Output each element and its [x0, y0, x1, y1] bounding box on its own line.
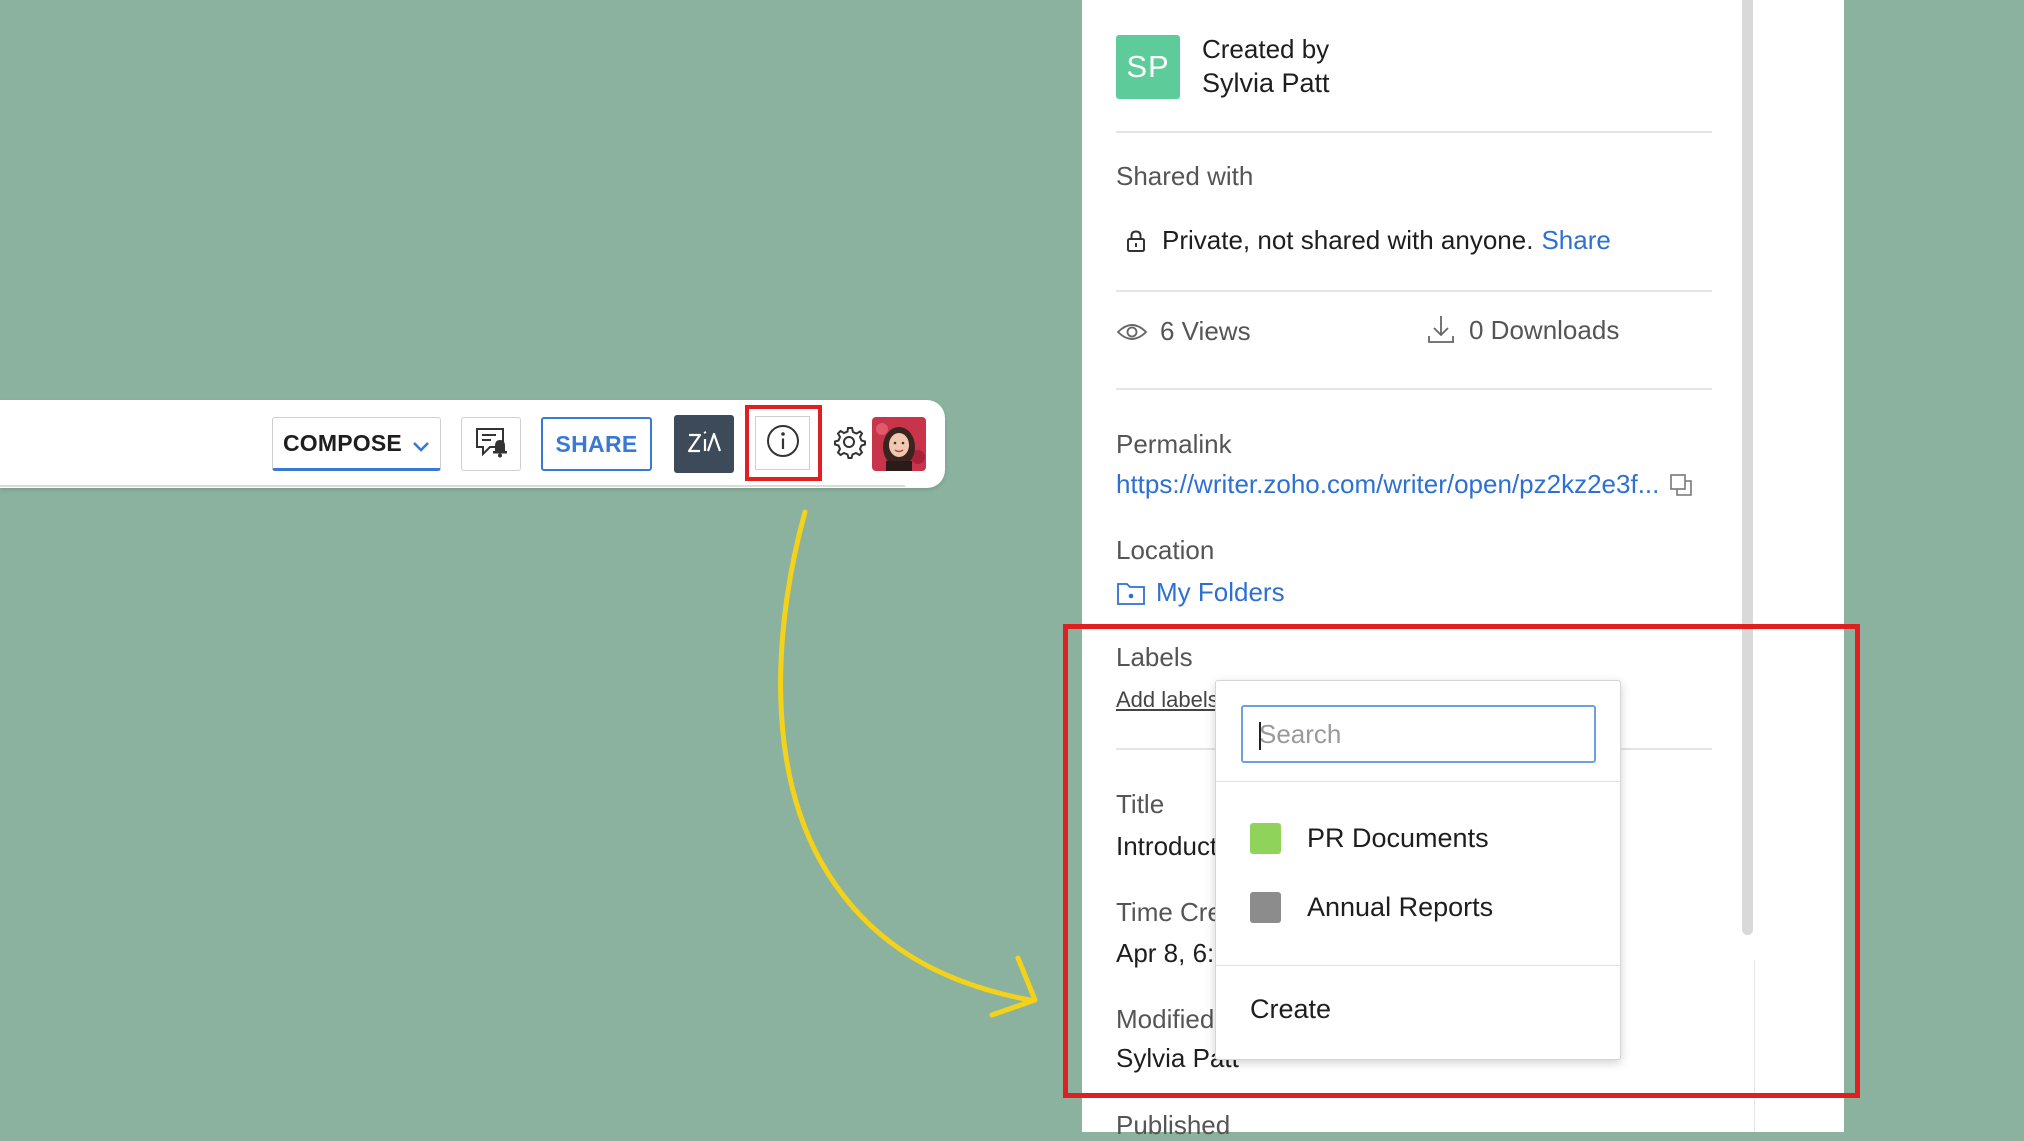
label-option-annual-reports[interactable]: Annual Reports [1250, 892, 1493, 923]
downloads-stat: 0 Downloads [1427, 314, 1619, 346]
divider [1116, 290, 1712, 292]
dropdown-divider [1216, 781, 1620, 782]
label-color-swatch [1250, 823, 1281, 854]
divider [1116, 131, 1712, 133]
shared-with-heading: Shared with [1116, 161, 1254, 191]
folder-icon [1116, 580, 1146, 606]
shared-status-text: Private, not shared with anyone. [1162, 225, 1534, 255]
text-caret [1259, 722, 1261, 750]
permalink-heading: Permalink [1116, 429, 1232, 459]
divider [1116, 388, 1712, 390]
dropdown-divider [1216, 965, 1620, 966]
folder-link[interactable]: My Folders [1156, 577, 1285, 608]
shared-status-row: Private, not shared with anyone. Share [1126, 225, 1611, 256]
lock-icon [1126, 229, 1146, 253]
label-option-name: PR Documents [1307, 823, 1489, 853]
views-count: 6 Views [1160, 316, 1251, 346]
creator-name: Sylvia Patt [1202, 68, 1330, 98]
location-row[interactable]: My Folders [1116, 577, 1285, 608]
permalink-row: https://writer.zoho.com/writer/open/pz2k… [1116, 469, 1693, 500]
create-label-button[interactable]: Create [1250, 994, 1331, 1025]
copy-icon[interactable] [1669, 473, 1693, 497]
published-heading: Published [1116, 1110, 1231, 1140]
downloads-count: 0 Downloads [1469, 314, 1620, 345]
label-color-swatch [1250, 892, 1281, 923]
label-option-pr-documents[interactable]: PR Documents [1250, 823, 1489, 854]
creator-avatar: SP [1116, 35, 1180, 99]
label-option-name: Annual Reports [1307, 892, 1494, 922]
views-stat: 6 Views [1116, 316, 1251, 347]
download-icon [1427, 314, 1455, 346]
created-by-label: Created by [1202, 34, 1330, 64]
location-heading: Location [1116, 535, 1215, 565]
share-link[interactable]: Share [1541, 225, 1610, 256]
labels-dropdown: PR Documents Annual Reports Create [1215, 680, 1621, 1060]
permalink-url[interactable]: https://writer.zoho.com/writer/open/pz2k… [1116, 469, 1659, 500]
label-search-input[interactable] [1241, 705, 1596, 763]
eye-icon [1116, 321, 1148, 343]
